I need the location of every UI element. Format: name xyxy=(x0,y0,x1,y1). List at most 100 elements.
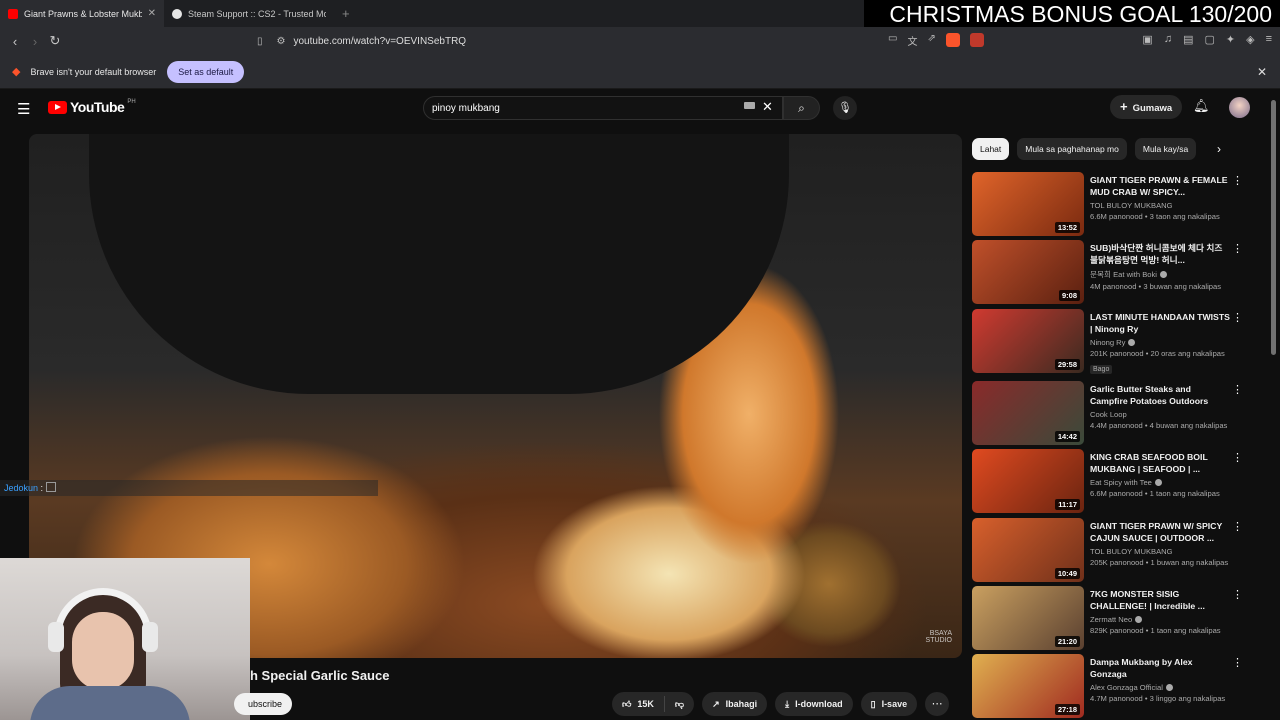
search-button[interactable]: ⌕ xyxy=(783,96,820,120)
search-input[interactable]: pinoy mukbang xyxy=(423,96,783,120)
like-count: 15K xyxy=(637,699,654,709)
more-options-icon[interactable]: ⋮ xyxy=(1232,174,1243,187)
recommendation-info: GIANT TIGER PRAWN W/ SPICY CAJUN SAUCE |… xyxy=(1090,520,1230,567)
tab-steam[interactable]: Steam Support :: CS2 - Trusted Mode xyxy=(164,0,334,27)
recommendation-title[interactable]: GIANT TIGER PRAWN & FEMALE MUD CRAB W/ S… xyxy=(1090,174,1230,198)
view-count-and-age: 4M panonood • 3 buwan ang nakalipas xyxy=(1090,282,1222,291)
reload-icon[interactable]: ↻ xyxy=(45,33,65,49)
download-button[interactable]: ⤓ I-download xyxy=(775,692,853,716)
tab-title: Giant Prawns & Lobster Mukbang xyxy=(24,8,142,19)
recommendation-title[interactable]: 7KG MONSTER SISIG CHALLENGE! | Incredibl… xyxy=(1090,588,1230,612)
scrollbar[interactable] xyxy=(1271,100,1276,355)
site-info-icon[interactable]: ⚙ xyxy=(277,36,286,47)
video-thumbnail[interactable]: 29:58 xyxy=(972,309,1084,373)
share-icon[interactable]: ⇗ xyxy=(927,33,935,48)
headset-ear-left xyxy=(48,622,64,652)
recommendation-title[interactable]: Garlic Butter Steaks and Campfire Potato… xyxy=(1090,383,1230,407)
chevron-right-icon[interactable]: › xyxy=(1217,142,1221,156)
recommendation-item[interactable]: 9:08 SUB)바삭단짠 허니콤보에 체다 치즈 불닭볶음탕면 먹방! 허니..… xyxy=(972,240,1244,304)
set-as-default-button[interactable]: Set as default xyxy=(167,60,245,83)
recommendation-title[interactable]: SUB)바삭단짠 허니콤보에 체다 치즈 불닭볶음탕면 먹방! 허니... xyxy=(1090,242,1230,266)
notifications-bell-icon[interactable]: 🔔︎ xyxy=(1193,98,1210,114)
more-options-icon[interactable]: ⋮ xyxy=(1232,242,1243,255)
channel-name[interactable]: Cook Loop xyxy=(1090,410,1230,419)
forward-arrow-icon[interactable]: › xyxy=(25,34,45,49)
sidebar-icon[interactable]: ▣ xyxy=(1142,33,1152,46)
more-options-icon[interactable]: ⋮ xyxy=(1232,311,1243,324)
default-browser-message: Brave isn't your default browser xyxy=(30,66,157,77)
view-count-and-age: 4.4M panonood • 4 buwan ang nakalipas xyxy=(1090,421,1228,430)
channel-name[interactable]: 문복희 Eat with Boki xyxy=(1090,269,1230,280)
extensions-icon[interactable]: ✦ xyxy=(1226,33,1235,46)
share-button[interactable]: ↗ Ibahagi xyxy=(702,692,768,716)
media-icon[interactable]: ♫ xyxy=(1164,33,1172,46)
dislike-button[interactable]: 👎︎ xyxy=(665,692,694,716)
recommendation-title[interactable]: Dampa Mukbang by Alex Gonzaga xyxy=(1090,656,1230,680)
more-options-icon[interactable]: ⋮ xyxy=(1232,383,1243,396)
thumbs-down-icon: 👎︎ xyxy=(674,699,685,709)
brave-shields-icon[interactable] xyxy=(945,33,960,47)
recommendation-title[interactable]: KING CRAB SEAFOOD BOIL MUKBANG | SEAFOOD… xyxy=(1090,451,1230,475)
video-thumbnail[interactable]: 11:17 xyxy=(972,449,1084,513)
vpn-icon[interactable]: ◈ xyxy=(1246,33,1254,46)
recommendation-item[interactable]: 13:52 GIANT TIGER PRAWN & FEMALE MUD CRAB… xyxy=(972,172,1244,236)
more-options-icon[interactable]: ⋮ xyxy=(1232,588,1243,601)
channel-name[interactable]: TOL BULOY MUKBANG xyxy=(1090,547,1230,556)
close-tab-icon[interactable]: ✕ xyxy=(148,8,156,19)
chip-all[interactable]: Lahat xyxy=(972,138,1010,160)
recommendation-item[interactable]: 10:49 GIANT TIGER PRAWN W/ SPICY CAJUN SA… xyxy=(972,518,1244,582)
back-arrow-icon[interactable]: ‹ xyxy=(5,34,25,49)
wallet-icon[interactable]: ▢ xyxy=(1204,33,1214,46)
save-label: I-save xyxy=(881,699,908,709)
url-text[interactable]: youtube.com/watch?v=OEVINSebTRQ xyxy=(293,36,466,47)
recommendation-item[interactable]: 14:42 Garlic Butter Steaks and Campfire P… xyxy=(972,381,1244,445)
video-thumbnail[interactable]: 14:42 xyxy=(972,381,1084,445)
clear-search-icon[interactable]: ✕ xyxy=(762,99,773,115)
voice-search-button[interactable]: 🎙︎ xyxy=(833,96,857,120)
brave-rewards-icon[interactable] xyxy=(969,33,984,47)
subscribe-button[interactable]: ubscribe xyxy=(234,693,293,715)
recommendation-item[interactable]: 21:20 7KG MONSTER SISIG CHALLENGE! | Incr… xyxy=(972,586,1244,650)
like-button[interactable]: 👍︎ 15K xyxy=(612,692,664,716)
more-actions-icon[interactable]: ⋯ xyxy=(925,692,950,716)
create-button[interactable]: + Gumawa xyxy=(1110,95,1183,119)
video-thumbnail[interactable]: 13:52 xyxy=(972,172,1084,236)
channel-name[interactable]: Zermatt Neo xyxy=(1090,615,1230,624)
bookmark-icon[interactable]: ▯ xyxy=(257,36,263,47)
headset-icon xyxy=(54,588,152,648)
new-tab-button[interactable]: + xyxy=(334,0,358,27)
video-thumbnail[interactable]: 21:20 xyxy=(972,586,1084,650)
channel-name[interactable]: Eat Spicy with Tee xyxy=(1090,478,1230,487)
menu-icon[interactable]: ≡ xyxy=(1266,33,1272,46)
video-thumbnail[interactable]: 9:08 xyxy=(972,240,1084,304)
recommendation-title[interactable]: GIANT TIGER PRAWN W/ SPICY CAJUN SAUCE |… xyxy=(1090,520,1230,544)
translate-icon[interactable]: 文 xyxy=(907,33,917,48)
hamburger-menu-icon[interactable]: ☰ xyxy=(17,100,30,118)
channel-name[interactable]: Alex Gonzaga Official xyxy=(1090,683,1230,692)
save-button[interactable]: ▯ I-save xyxy=(860,692,918,716)
youtube-logo[interactable]: YouTube PH xyxy=(48,99,136,115)
chip-from-search[interactable]: Mula sa paghahanap mo xyxy=(1017,138,1127,160)
cast-icon[interactable]: ▭ xyxy=(888,33,897,48)
chat-separator: : xyxy=(40,483,44,493)
video-thumbnail[interactable]: 10:49 xyxy=(972,518,1084,582)
duration-badge: 21:20 xyxy=(1054,636,1080,647)
more-options-icon[interactable]: ⋮ xyxy=(1232,451,1243,464)
video-thumbnail[interactable]: 27:18 xyxy=(972,654,1084,718)
reader-icon[interactable]: ▤ xyxy=(1183,33,1193,46)
channel-name[interactable]: TOL BULOY MUKBANG xyxy=(1090,201,1230,210)
avatar[interactable] xyxy=(1229,97,1250,118)
duration-badge: 10:49 xyxy=(1054,568,1080,579)
tab-youtube[interactable]: Giant Prawns & Lobster Mukbang ✕ xyxy=(0,0,164,27)
recommendation-title[interactable]: LAST MINUTE HANDAAN TWISTS | Ninong Ry xyxy=(1090,311,1230,335)
more-options-icon[interactable]: ⋮ xyxy=(1232,656,1243,669)
chip-from-channel[interactable]: Mula kay/sa xyxy=(1134,138,1197,160)
channel-name[interactable]: Ninong Ry xyxy=(1090,338,1230,347)
video-actions: 👍︎ 15K 👎︎ ↗ Ibahagi ⤓ I-download ▯ I-sav… xyxy=(612,692,950,716)
more-options-icon[interactable]: ⋮ xyxy=(1232,520,1243,533)
recommendation-item[interactable]: 29:58 LAST MINUTE HANDAAN TWISTS | Ninong… xyxy=(972,309,1244,374)
close-icon[interactable]: ✕ xyxy=(1257,65,1267,79)
recommendation-item[interactable]: 27:18 Dampa Mukbang by Alex Gonzaga Alex G… xyxy=(972,654,1244,718)
keyboard-icon[interactable] xyxy=(744,102,755,109)
recommendation-item[interactable]: 11:17 KING CRAB SEAFOOD BOIL MUKBANG | SE… xyxy=(972,449,1244,513)
